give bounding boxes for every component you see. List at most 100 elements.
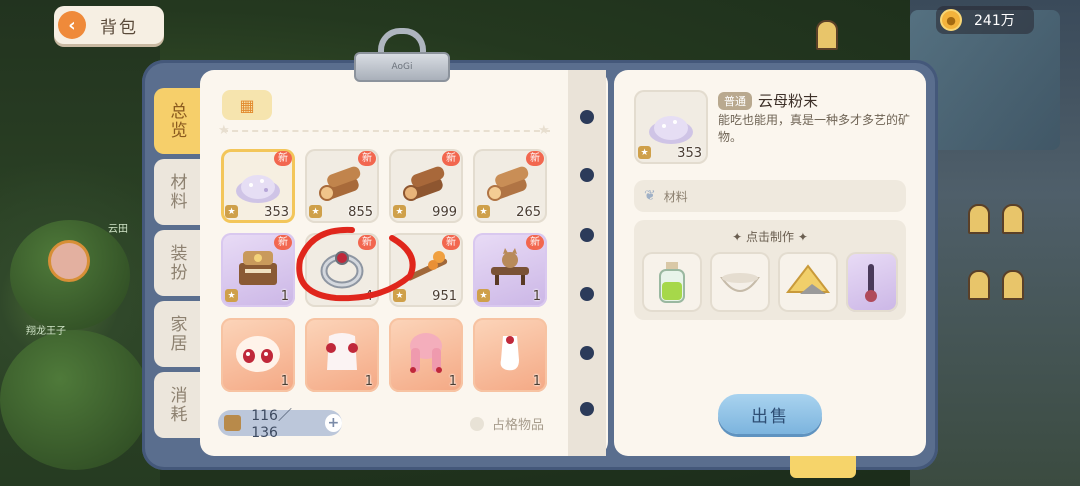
item-quantity: 1 (280, 374, 289, 389)
item-quantity: 1 (532, 289, 541, 304)
tree-decoration (0, 330, 150, 470)
item-slot-white-sock[interactable]: 1 (473, 318, 547, 392)
star-rarity-icon: ★ (225, 205, 238, 218)
item-quantity: 1 (280, 289, 289, 304)
back-arrow-icon: ‹ (58, 11, 86, 39)
new-badge: 新 (442, 151, 460, 166)
item-quantity: 1 (532, 374, 541, 389)
occupy-label: 占格物品 (492, 418, 545, 433)
detail-item-slot: ★ 353 (634, 90, 708, 164)
notebook-spine (568, 70, 606, 456)
item-slot-vanity-desk[interactable]: 新 ★ 1 (221, 233, 295, 307)
star-rarity-icon: ★ (393, 205, 406, 218)
wood-log-icon (487, 166, 529, 201)
craft-title-text: 点击制作 (745, 230, 794, 244)
star-rarity-icon: ★ (393, 289, 406, 302)
sell-button[interactable]: 出售 (718, 394, 822, 434)
tab-consumables[interactable]: 消耗 (154, 372, 200, 438)
craft-item-purple[interactable] (846, 252, 898, 312)
grid-icon: ▦ (239, 95, 255, 115)
back-label: 背包 (100, 17, 138, 38)
new-badge: 新 (358, 235, 376, 250)
star-rarity-icon: ★ (638, 146, 651, 159)
item-slot-wood-log[interactable]: 新 ★ 855 (305, 149, 379, 223)
tab-furniture[interactable]: 家居 (154, 301, 200, 367)
new-badge: 新 (526, 151, 544, 166)
new-badge: 新 (526, 235, 544, 250)
item-slot-wood-log[interactable]: 新 ★ 265 (473, 149, 547, 223)
item-quantity: 353 (264, 205, 289, 220)
new-badge: 新 (274, 235, 292, 250)
item-name: 云母粉末 (758, 92, 819, 110)
item-slot-mica-powder[interactable]: 新 ★ 353 (221, 149, 295, 223)
face-makeup-icon (236, 336, 280, 372)
binder-hole (580, 402, 594, 416)
pink-hair-icon (410, 333, 442, 373)
scene-label: 翔龙王子 (26, 326, 66, 337)
star-icon: ★ (538, 123, 550, 138)
item-quantity: 999 (432, 205, 457, 220)
item-slot-face-makeup[interactable]: 1 (221, 318, 295, 392)
item-quantity: 1 (364, 374, 373, 389)
vanity-desk-icon (239, 251, 277, 285)
star-rarity-icon: ★ (477, 205, 490, 218)
craft-item-green-potion[interactable] (642, 252, 702, 312)
bag-icon (224, 415, 242, 431)
capacity-text: 116／136 (251, 408, 292, 441)
new-badge: 新 (442, 235, 460, 250)
star-rarity-icon: ★ (477, 289, 490, 302)
coin-value: 241万 (974, 13, 1015, 29)
item-type-row: ❦ 材料 (634, 180, 906, 212)
mica-powder-icon (649, 116, 693, 144)
coin-icon: ● (940, 9, 962, 31)
item-quantity: 265 (516, 205, 541, 220)
binder-hole (580, 228, 594, 242)
leaf-icon: ❦ (644, 188, 656, 204)
bookmark-ribbon (790, 456, 856, 478)
quality-badge: 普通 (718, 92, 752, 110)
wood-log-icon (403, 166, 445, 201)
back-button[interactable]: ‹ 背包 (54, 6, 164, 44)
craft-item-bowl[interactable] (710, 252, 770, 312)
purple-item-icon (865, 264, 877, 302)
house-window (968, 204, 990, 234)
new-badge: 新 (274, 151, 292, 166)
item-slot-wood-log[interactable]: 新 ★ 999 (389, 149, 463, 223)
lace-outfit-icon (326, 333, 358, 370)
item-slot-wooden-branch[interactable]: 新 ★ 951 (389, 233, 463, 307)
detail-quantity: 353 (677, 146, 702, 161)
tab-materials[interactable]: 材料 (154, 159, 200, 225)
cat-table-icon (491, 248, 529, 285)
pet-avatar[interactable] (48, 240, 90, 282)
expand-capacity-button[interactable]: + (324, 414, 342, 432)
tab-outfits[interactable]: 装扮 (154, 230, 200, 296)
item-quantity: 4 (364, 289, 373, 304)
craft-item-cheese[interactable] (778, 252, 838, 312)
scene-label: 云田 (108, 224, 128, 235)
star-rarity-icon: ★ (309, 205, 322, 218)
binder-hole (580, 346, 594, 360)
item-quantity: 1 (448, 374, 457, 389)
item-slot-pink-hair[interactable]: 1 (389, 318, 463, 392)
house-window (816, 20, 838, 50)
item-quantity: 951 (432, 289, 457, 304)
item-slot-silver-ring[interactable]: 新 4 (305, 233, 379, 307)
tab-overview[interactable]: 总览 (154, 88, 200, 154)
item-description: 能吃也能用，真是一种多才多艺的矿物。 (718, 113, 911, 144)
star-icon: ★ (218, 123, 230, 138)
category-filter-button[interactable]: ▦ (222, 90, 272, 120)
new-badge: 新 (358, 151, 376, 166)
item-quantity: 855 (348, 205, 373, 220)
coin-display: ● 241万 (936, 6, 1034, 34)
item-slot-cat-table[interactable]: 新 ★ 1 (473, 233, 547, 307)
capacity-indicator: 116／136 + (218, 408, 342, 441)
item-slot-lace-outfit[interactable]: 1 (305, 318, 379, 392)
wood-log-icon (319, 166, 361, 201)
board-clip: AoGi (354, 28, 450, 84)
house-window (1002, 204, 1024, 234)
house-window (1002, 270, 1024, 300)
binder-hole (580, 287, 594, 301)
occupy-filter[interactable]: 占格物品 (470, 414, 544, 433)
cheese-icon (785, 264, 831, 294)
radio-icon (470, 416, 484, 431)
